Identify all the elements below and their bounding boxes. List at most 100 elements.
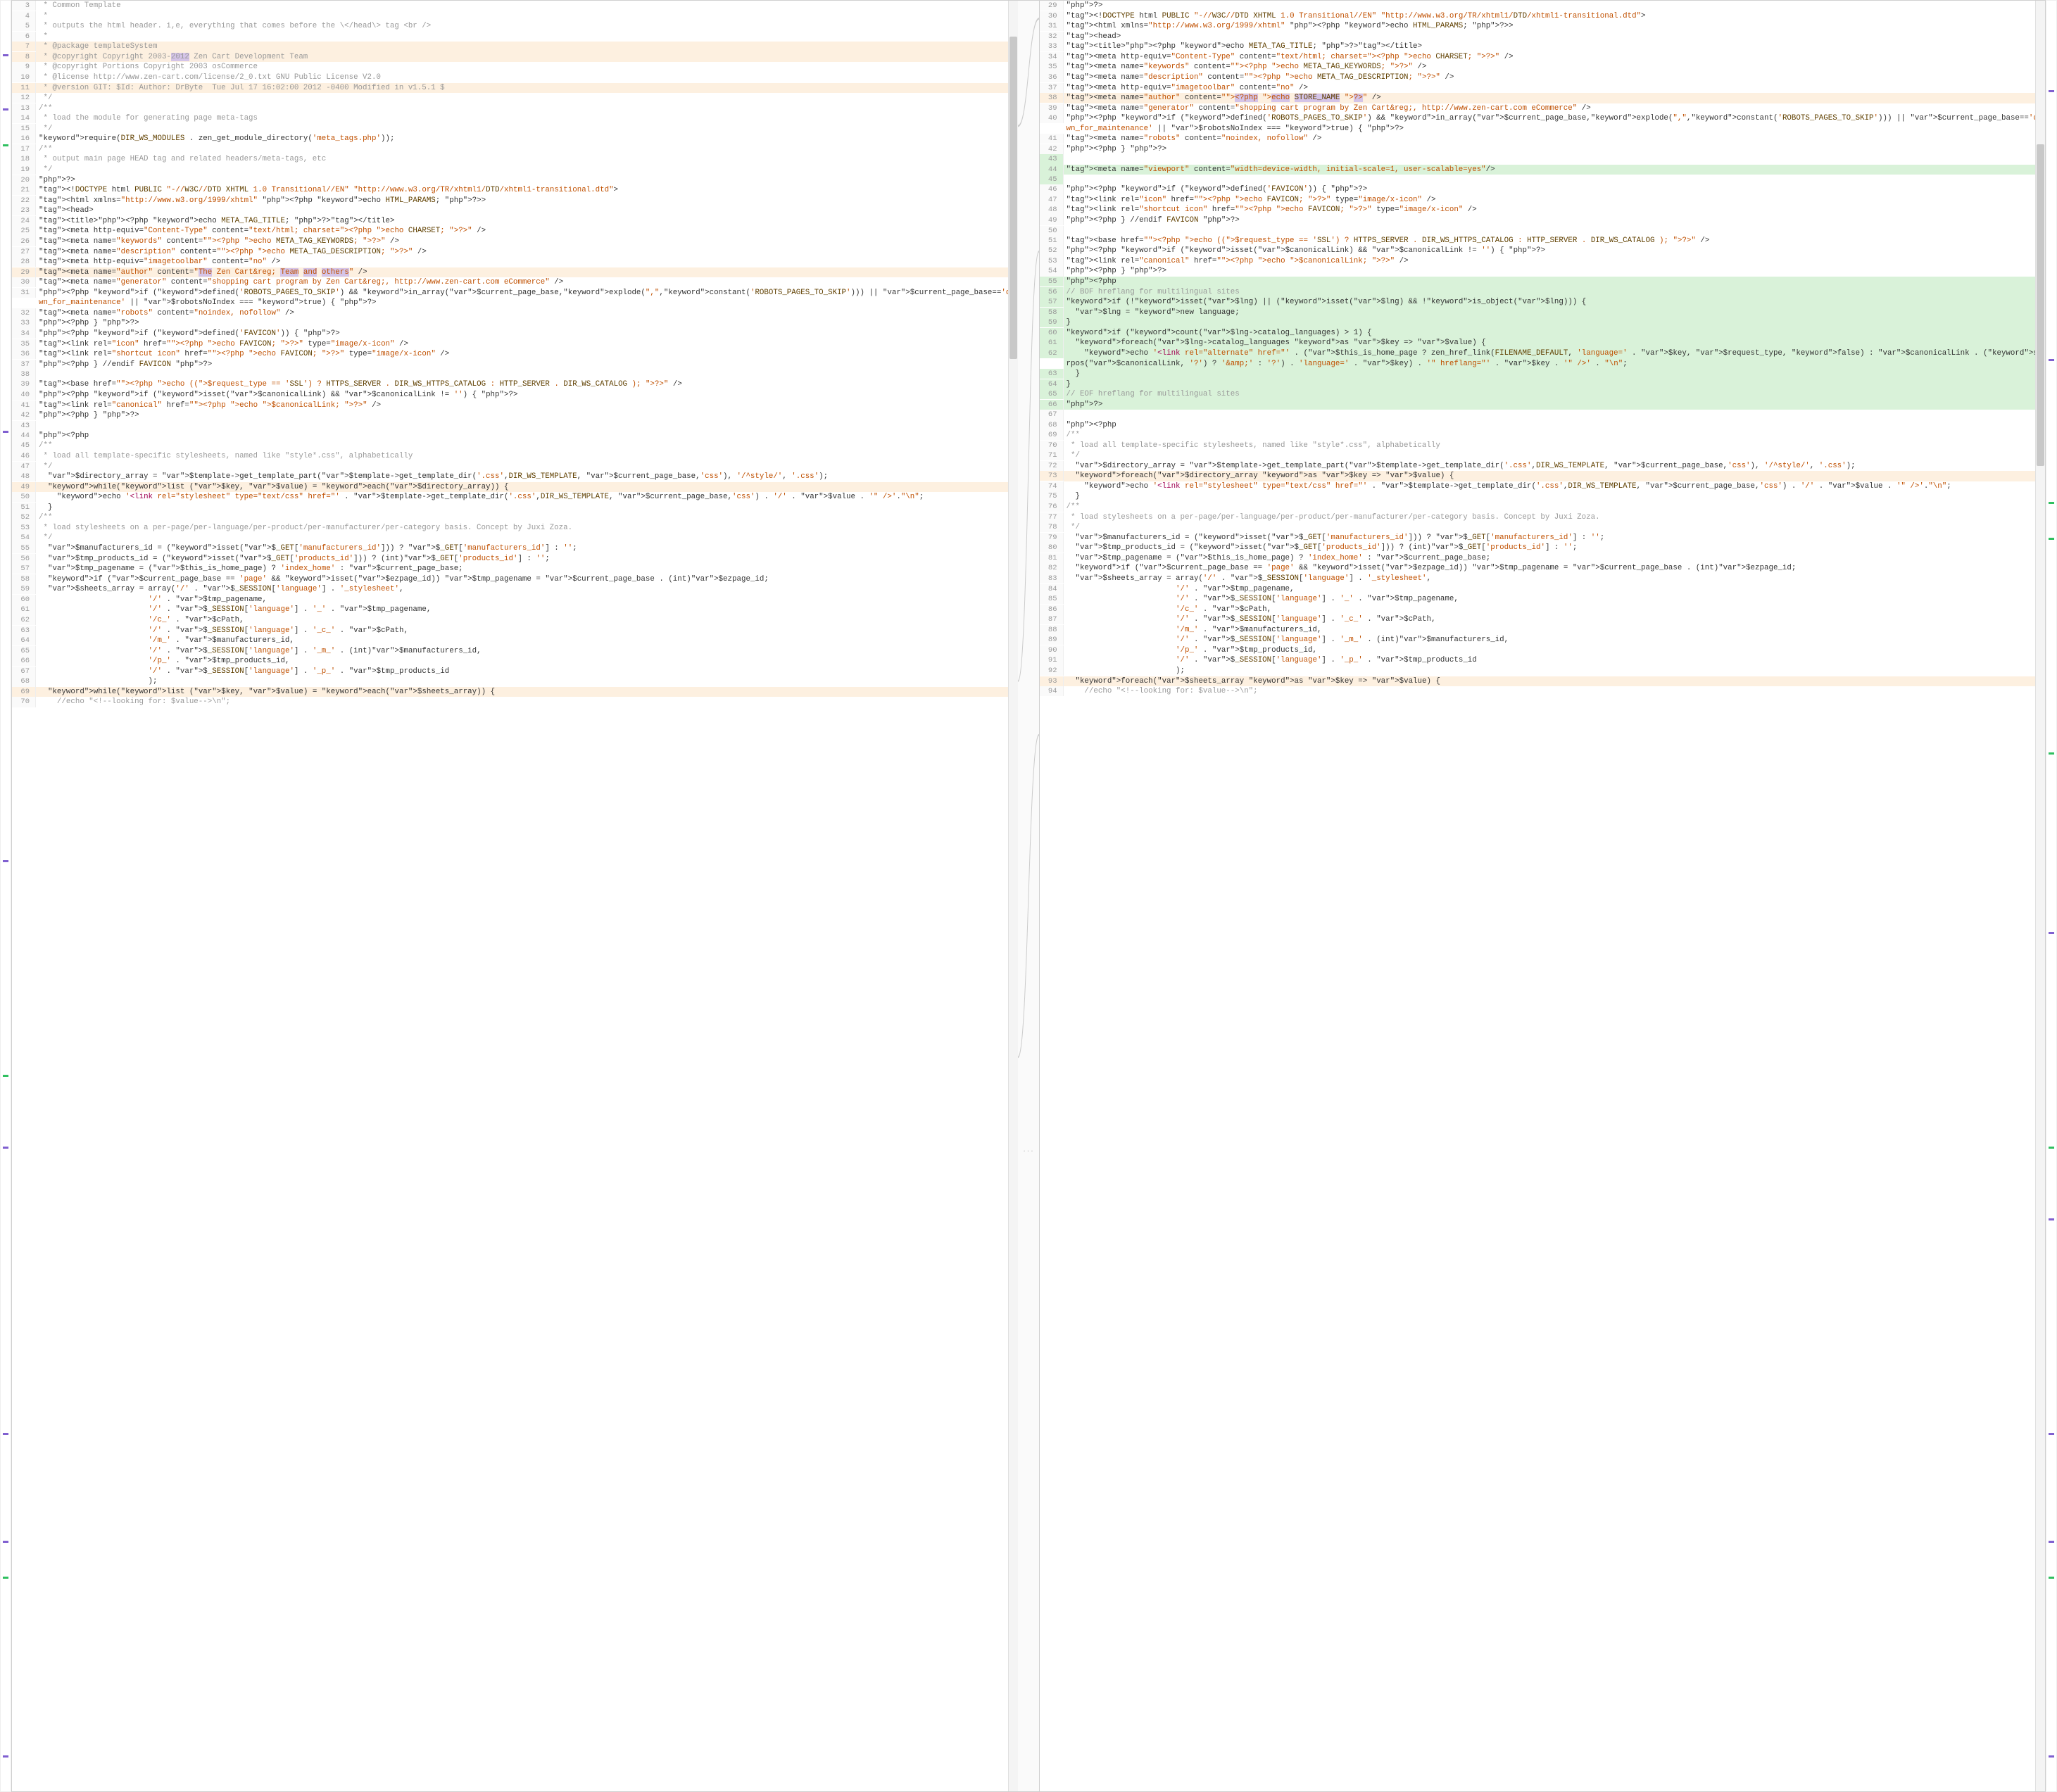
code-line[interactable]: 89 '/' . "var">$_SESSION['language'] . '… bbox=[1040, 635, 2046, 645]
code-line[interactable]: 4 * bbox=[12, 11, 1018, 22]
code-content[interactable]: "var">$directory_array = "var">$template… bbox=[1064, 461, 2046, 472]
code-content[interactable]: "tag"><meta name="description" content="… bbox=[1064, 72, 2046, 83]
code-content[interactable]: * load stylesheets on a per-page/per-lan… bbox=[1064, 512, 2046, 523]
overview-change-marker[interactable] bbox=[2049, 502, 2054, 504]
code-line[interactable]: 50 "keyword">echo '<link rel="stylesheet… bbox=[12, 492, 1018, 503]
code-line[interactable]: 62 "keyword">echo '<link rel="alternate"… bbox=[1040, 348, 2046, 369]
code-content[interactable]: * @copyright Portions Copyright 2003 osC… bbox=[36, 62, 1018, 72]
code-content[interactable]: '/' . "var">$_SESSION['language'] . '_c_… bbox=[36, 626, 1018, 636]
code-content[interactable]: */ bbox=[36, 533, 1018, 543]
code-line[interactable]: 38"tag"><meta name="author" content=""><… bbox=[1040, 93, 2046, 103]
code-line[interactable]: 18 * output main page HEAD tag and relat… bbox=[12, 154, 1018, 165]
code-line[interactable]: 29"php">?> bbox=[1040, 1, 2046, 11]
code-content[interactable]: "var">$tmp_products_id = ("keyword">isse… bbox=[36, 554, 1018, 564]
code-content[interactable]: */ bbox=[1064, 522, 2046, 533]
code-content[interactable]: */ bbox=[36, 124, 1018, 134]
code-content[interactable]: "var">$tmp_pagename = ("var">$this_is_ho… bbox=[36, 564, 1018, 574]
code-content[interactable]: /** bbox=[36, 512, 1018, 523]
code-line[interactable]: 25"tag"><meta http-equiv="Content-Type" … bbox=[12, 226, 1018, 236]
code-line[interactable]: 92 ); bbox=[1040, 666, 2046, 676]
code-content[interactable]: "keyword">if ("keyword">count("var">$lng… bbox=[1064, 328, 2046, 339]
code-content[interactable]: "tag"><title>"php"><?php "keyword">echo … bbox=[36, 216, 1018, 227]
code-line[interactable]: 60"keyword">if ("keyword">count("var">$l… bbox=[1040, 328, 2046, 339]
scrollbar-thumb-left[interactable] bbox=[1009, 37, 1017, 359]
code-content[interactable]: "keyword">require(DIR_WS_MODULES . zen_g… bbox=[36, 134, 1018, 144]
code-line[interactable]: 9 * @copyright Portions Copyright 2003 o… bbox=[12, 62, 1018, 72]
code-content[interactable]: "keyword">while("keyword">list ("var">$k… bbox=[36, 482, 1018, 493]
code-line[interactable]: 7 * @package templateSystem+ bbox=[12, 42, 1018, 52]
code-content[interactable]: "tag"><meta http-equiv="Content-Type" co… bbox=[1064, 52, 2046, 63]
code-line[interactable]: 52"php"><?php "keyword">if ("keyword">is… bbox=[1040, 246, 2046, 256]
code-line[interactable]: 43 bbox=[12, 421, 1018, 431]
code-content[interactable]: * outputs the html header. i,e, everythi… bbox=[36, 21, 1018, 32]
code-line[interactable]: 31"php"><?php "keyword">if ("keyword">de… bbox=[12, 288, 1018, 308]
code-line[interactable]: 46"php"><?php "keyword">if ("keyword">de… bbox=[1040, 184, 2046, 195]
code-line[interactable]: 19 */ bbox=[12, 165, 1018, 175]
code-content[interactable]: "tag"><link rel="shortcut icon" href="">… bbox=[36, 349, 1018, 360]
code-content[interactable]: * load all template-specific stylesheets… bbox=[1064, 441, 2046, 451]
code-content[interactable]: "php"><?php } "php">?>+ bbox=[36, 410, 1018, 421]
overview-change-marker[interactable] bbox=[3, 54, 8, 56]
code-line[interactable]: 85 '/' . "var">$_SESSION['language'] . '… bbox=[1040, 594, 2046, 605]
code-content[interactable]: "php"><?php "keyword">if ("keyword">defi… bbox=[36, 288, 1018, 308]
code-content[interactable]: "tag"><link rel="shortcut icon" href="">… bbox=[1064, 205, 2046, 215]
code-content[interactable]: "tag"><link rel="icon" href=""><?php ">e… bbox=[1064, 195, 2046, 206]
code-line[interactable]: 81 "var">$tmp_pagename = ("var">$this_is… bbox=[1040, 553, 2046, 564]
code-content[interactable]: "keyword">echo '<link rel="stylesheet" t… bbox=[36, 492, 1018, 503]
code-line[interactable]: 58 "keyword">if ("var">$current_page_bas… bbox=[12, 574, 1018, 585]
code-line[interactable]: 43+ bbox=[1040, 154, 2046, 164]
code-line[interactable]: 49"php"><?php } //endif FAVICON "php">?> bbox=[1040, 215, 2046, 226]
code-line[interactable]: 90 '/p_' . "var">$tmp_products_id, bbox=[1040, 645, 2046, 656]
code-line[interactable]: 66"php">?> bbox=[1040, 400, 2046, 410]
code-content[interactable]: } bbox=[1064, 369, 2046, 379]
code-content[interactable]: /** bbox=[1064, 430, 2046, 441]
code-content[interactable]: "var">$lng = "keyword">new language; bbox=[1064, 308, 2046, 318]
overview-change-marker[interactable] bbox=[2049, 359, 2054, 361]
code-content[interactable]: '/' . "var">$_SESSION['language'] . '_p_… bbox=[1064, 655, 2046, 666]
code-content[interactable]: "tag"><base href=""><?php ">echo ((">$re… bbox=[36, 379, 1018, 390]
code-line[interactable]: 31"tag"><html xmlns="http://www.w3.org/1… bbox=[1040, 21, 2046, 32]
code-content[interactable]: * load stylesheets on a per-page/per-lan… bbox=[36, 523, 1018, 534]
code-line[interactable]: 55 "var">$manufacturers_id = ("keyword">… bbox=[12, 543, 1018, 554]
code-content[interactable]: "tag"><meta name="generator" content="sh… bbox=[36, 277, 1018, 288]
code-line[interactable]: 63 } bbox=[1040, 369, 2046, 379]
code-content[interactable]: "tag"><head> bbox=[36, 206, 1018, 216]
code-content[interactable]: "tag"><title>"php"><?php "keyword">echo … bbox=[1064, 42, 2046, 52]
code-content[interactable]: * @package templateSystem+ bbox=[36, 42, 1018, 52]
code-content[interactable]: '/' . "var">$tmp_pagename, bbox=[36, 595, 1018, 605]
code-line[interactable]: 21"tag"><!DOCTYPE html PUBLIC "-//W3C//D… bbox=[12, 185, 1018, 196]
code-content[interactable]: "tag"><meta name="keywords" content=""><… bbox=[1064, 62, 2046, 72]
left-editor-pane[interactable]: 3 * Common Template4 *5 * outputs the ht… bbox=[11, 0, 1018, 1792]
overview-ruler-right[interactable] bbox=[2046, 0, 2057, 1792]
code-content[interactable]: '/' . "var">$_SESSION['language'] . '_p_… bbox=[36, 667, 1018, 677]
scrollbar-right[interactable] bbox=[2035, 1, 2045, 1791]
code-line[interactable]: 66 '/p_' . "var">$tmp_products_id, bbox=[12, 656, 1018, 667]
code-content[interactable]: "keyword">foreach("var">$lng->catalog_la… bbox=[1064, 338, 2046, 348]
code-line[interactable]: 91 '/' . "var">$_SESSION['language'] . '… bbox=[1040, 655, 2046, 666]
code-content[interactable]: "tag"><link rel="canonical" href=""><?ph… bbox=[36, 400, 1018, 411]
code-content[interactable]: "tag"><html xmlns="http://www.w3.org/199… bbox=[36, 196, 1018, 206]
code-line[interactable]: 67 '/' . "var">$_SESSION['language'] . '… bbox=[12, 667, 1018, 677]
code-content[interactable]: '/m_' . "var">$manufacturers_id, bbox=[1064, 625, 2046, 636]
code-line[interactable]: 53"tag"><link rel="canonical" href=""><?… bbox=[1040, 256, 2046, 267]
code-line[interactable]: 76/** bbox=[1040, 502, 2046, 512]
code-line[interactable]: 80 "var">$tmp_products_id = ("keyword">i… bbox=[1040, 543, 2046, 553]
code-content[interactable]: /** bbox=[36, 441, 1018, 451]
code-line[interactable]: 17/** bbox=[12, 144, 1018, 155]
code-content[interactable]: //echo "<!--looking for: $value-->\n"; bbox=[36, 697, 1018, 707]
code-content[interactable]: } bbox=[1064, 317, 2046, 328]
overview-change-marker[interactable] bbox=[3, 860, 8, 862]
overview-ruler-left[interactable] bbox=[0, 0, 11, 1792]
overview-change-marker[interactable] bbox=[2049, 538, 2054, 540]
code-content[interactable]: "tag"><meta http-equiv="imagetoolbar" co… bbox=[1064, 83, 2046, 94]
code-line[interactable]: 68 ); bbox=[12, 676, 1018, 687]
code-line[interactable]: 57"keyword">if (!"keyword">isset("var">$… bbox=[1040, 297, 2046, 308]
code-content[interactable]: "php"><?php } //endif FAVICON "php">?> bbox=[1064, 215, 2046, 226]
code-line[interactable]: 10 * @license http://www.zen-cart.com/li… bbox=[12, 72, 1018, 83]
code-line[interactable]: 93 "keyword">foreach("var">$sheets_array… bbox=[1040, 676, 2046, 687]
code-content[interactable]: } bbox=[36, 503, 1018, 513]
code-line[interactable]: 34"tag"><meta http-equiv="Content-Type" … bbox=[1040, 52, 2046, 63]
code-line[interactable]: 77 * load stylesheets on a per-page/per-… bbox=[1040, 512, 2046, 523]
code-line[interactable]: 72 "var">$directory_array = "var">$templ… bbox=[1040, 461, 2046, 472]
code-line[interactable]: 33"tag"><title>"php"><?php "keyword">ech… bbox=[1040, 42, 2046, 52]
